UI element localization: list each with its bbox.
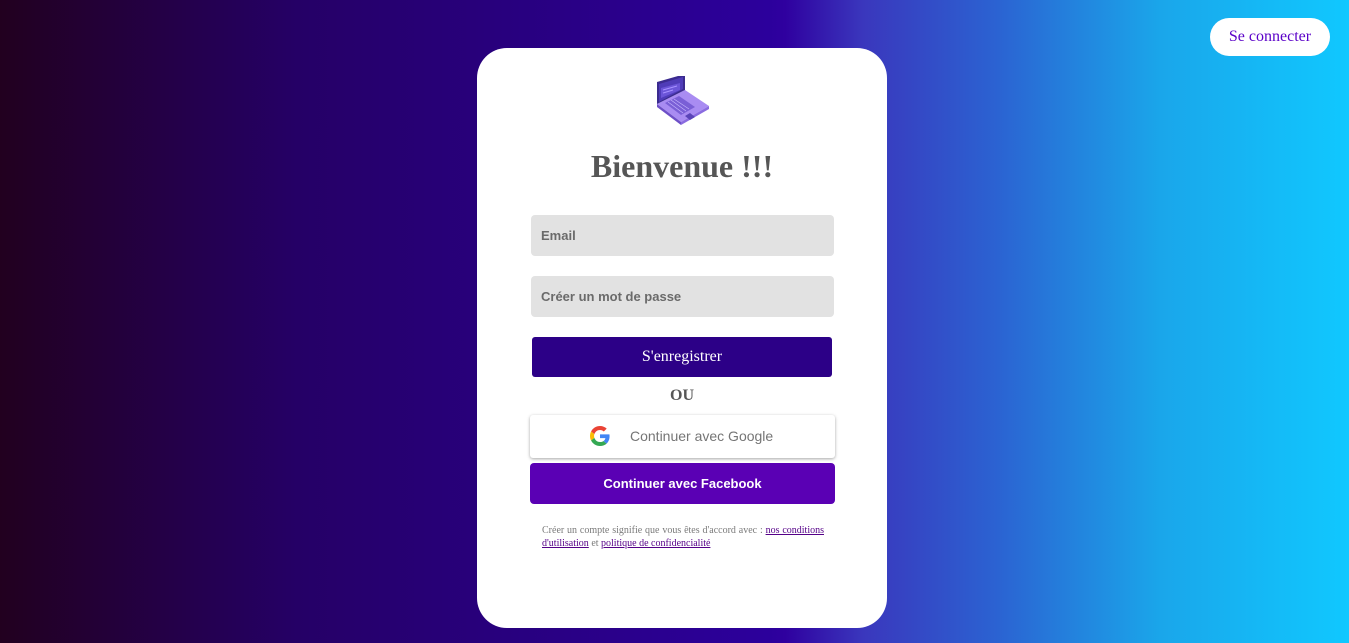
register-button[interactable]: S'enregistrer <box>532 337 832 377</box>
terms-notice: Créer un compte signifie que vous êtes d… <box>542 524 824 550</box>
password-field[interactable] <box>531 276 834 317</box>
privacy-policy-link[interactable]: politique de confidencialité <box>601 538 710 549</box>
terms-prefix: Créer un compte signifie que vous êtes d… <box>542 525 766 536</box>
terms-middle: et <box>588 538 602 549</box>
facebook-signin-button[interactable]: Continuer avec Facebook <box>530 463 835 504</box>
page-title: Bienvenue !!! <box>590 148 774 184</box>
google-signin-label: Continuer avec Google <box>630 428 774 444</box>
signup-card: Bienvenue !!! S'enregistrer OU Continuer… <box>477 48 887 628</box>
email-field[interactable] <box>531 215 834 256</box>
or-separator: OU <box>670 387 694 404</box>
google-icon <box>590 426 610 446</box>
google-signin-button[interactable]: Continuer avec Google <box>530 415 835 458</box>
login-button[interactable]: Se connecter <box>1210 18 1330 56</box>
laptop-icon <box>657 76 709 125</box>
